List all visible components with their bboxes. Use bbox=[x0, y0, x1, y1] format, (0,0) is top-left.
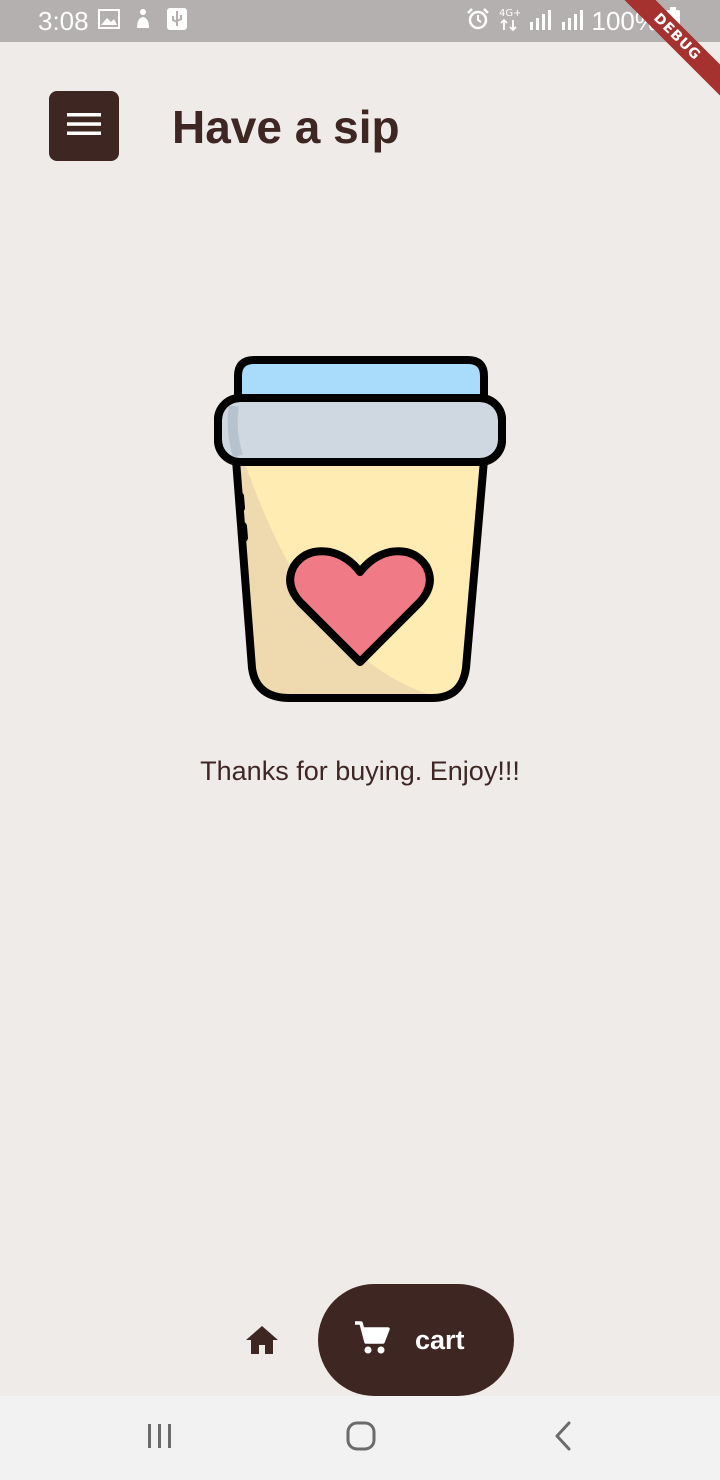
home-nav-button[interactable] bbox=[240, 1322, 284, 1362]
recents-button[interactable] bbox=[140, 1421, 180, 1455]
back-icon bbox=[553, 1421, 573, 1456]
signal-icon-2 bbox=[560, 8, 584, 35]
accessibility-icon bbox=[132, 8, 154, 35]
signal-icon bbox=[528, 8, 552, 35]
network-4g-icon: 4G+ bbox=[498, 6, 521, 37]
thanks-message: Thanks for buying. Enjoy!!! bbox=[200, 756, 520, 786]
status-bar: 3:08 4G+ 100% bbox=[0, 0, 720, 42]
bottom-navigation: cart bbox=[0, 1284, 720, 1396]
system-home-button[interactable] bbox=[341, 1421, 381, 1455]
cart-icon bbox=[353, 1320, 391, 1361]
coffee-cup-heart-illustration bbox=[214, 356, 506, 702]
status-notification-icons bbox=[98, 7, 188, 36]
app-screen: Have a sip Thanks for buying. Enjoy!!! c… bbox=[0, 42, 720, 1396]
svg-text:4G+: 4G+ bbox=[499, 8, 520, 19]
back-button[interactable] bbox=[543, 1421, 583, 1455]
home-icon bbox=[244, 1324, 280, 1361]
recents-icon bbox=[146, 1423, 174, 1454]
cart-nav-button[interactable]: cart bbox=[318, 1284, 514, 1396]
usb-icon bbox=[166, 7, 188, 36]
image-icon bbox=[98, 8, 120, 34]
menu-icon bbox=[67, 112, 101, 141]
system-navigation-bar bbox=[0, 1396, 720, 1480]
alarm-icon bbox=[466, 7, 490, 36]
cart-label: cart bbox=[415, 1324, 465, 1355]
menu-button[interactable] bbox=[49, 91, 119, 161]
page-title: Have a sip bbox=[172, 101, 400, 153]
status-time: 3:08 bbox=[38, 6, 89, 36]
home-circle-icon bbox=[346, 1421, 376, 1456]
